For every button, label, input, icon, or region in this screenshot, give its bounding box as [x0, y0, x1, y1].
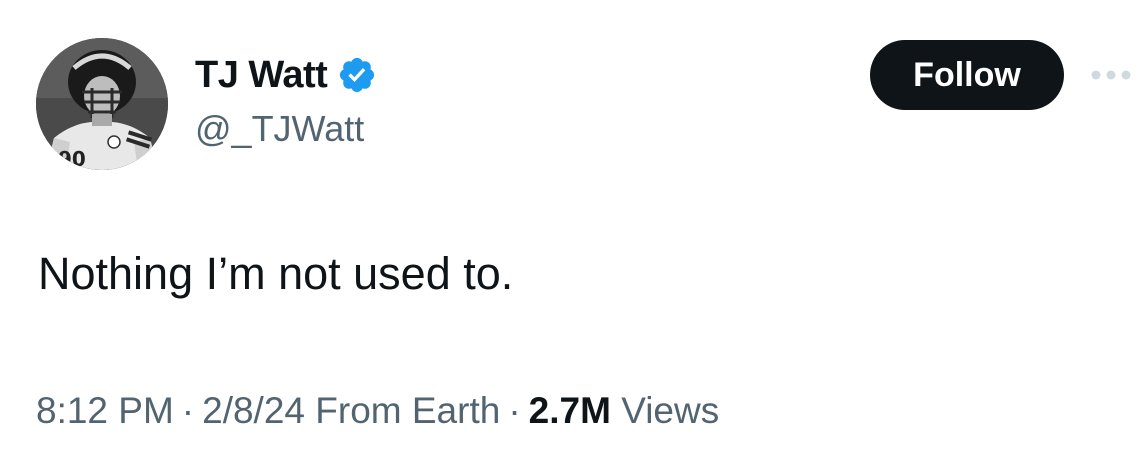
author-handle[interactable]: @_TJWatt [195, 108, 364, 150]
views-count[interactable]: 2.7M [529, 390, 611, 431]
follow-button[interactable]: Follow [870, 40, 1064, 110]
meta-separator: · [508, 390, 521, 431]
views-label: Views [621, 390, 720, 431]
avatar-photo: 90 [36, 38, 168, 170]
meta-separator: · [181, 390, 195, 431]
tweet-text: Nothing I’m not used to. [38, 248, 514, 299]
more-options-icon[interactable] [1090, 60, 1140, 90]
tweet-card: 90 TJ Watt @_TJWatt Follow Nothing I’m n… [0, 0, 1143, 468]
verified-badge-icon[interactable] [337, 55, 377, 95]
jersey-number: 90 [58, 147, 86, 170]
tweet-date[interactable]: 2/8/24 [202, 390, 305, 431]
tweet-source: From Earth [315, 390, 501, 431]
author-display-name[interactable]: TJ Watt [195, 54, 328, 97]
tweet-meta: 8:12 PM · 2/8/24 From Earth · 2.7M Views [36, 390, 719, 432]
tweet-time[interactable]: 8:12 PM [36, 390, 174, 431]
author-name-row: TJ Watt [195, 50, 377, 100]
author-avatar[interactable]: 90 [36, 38, 168, 170]
